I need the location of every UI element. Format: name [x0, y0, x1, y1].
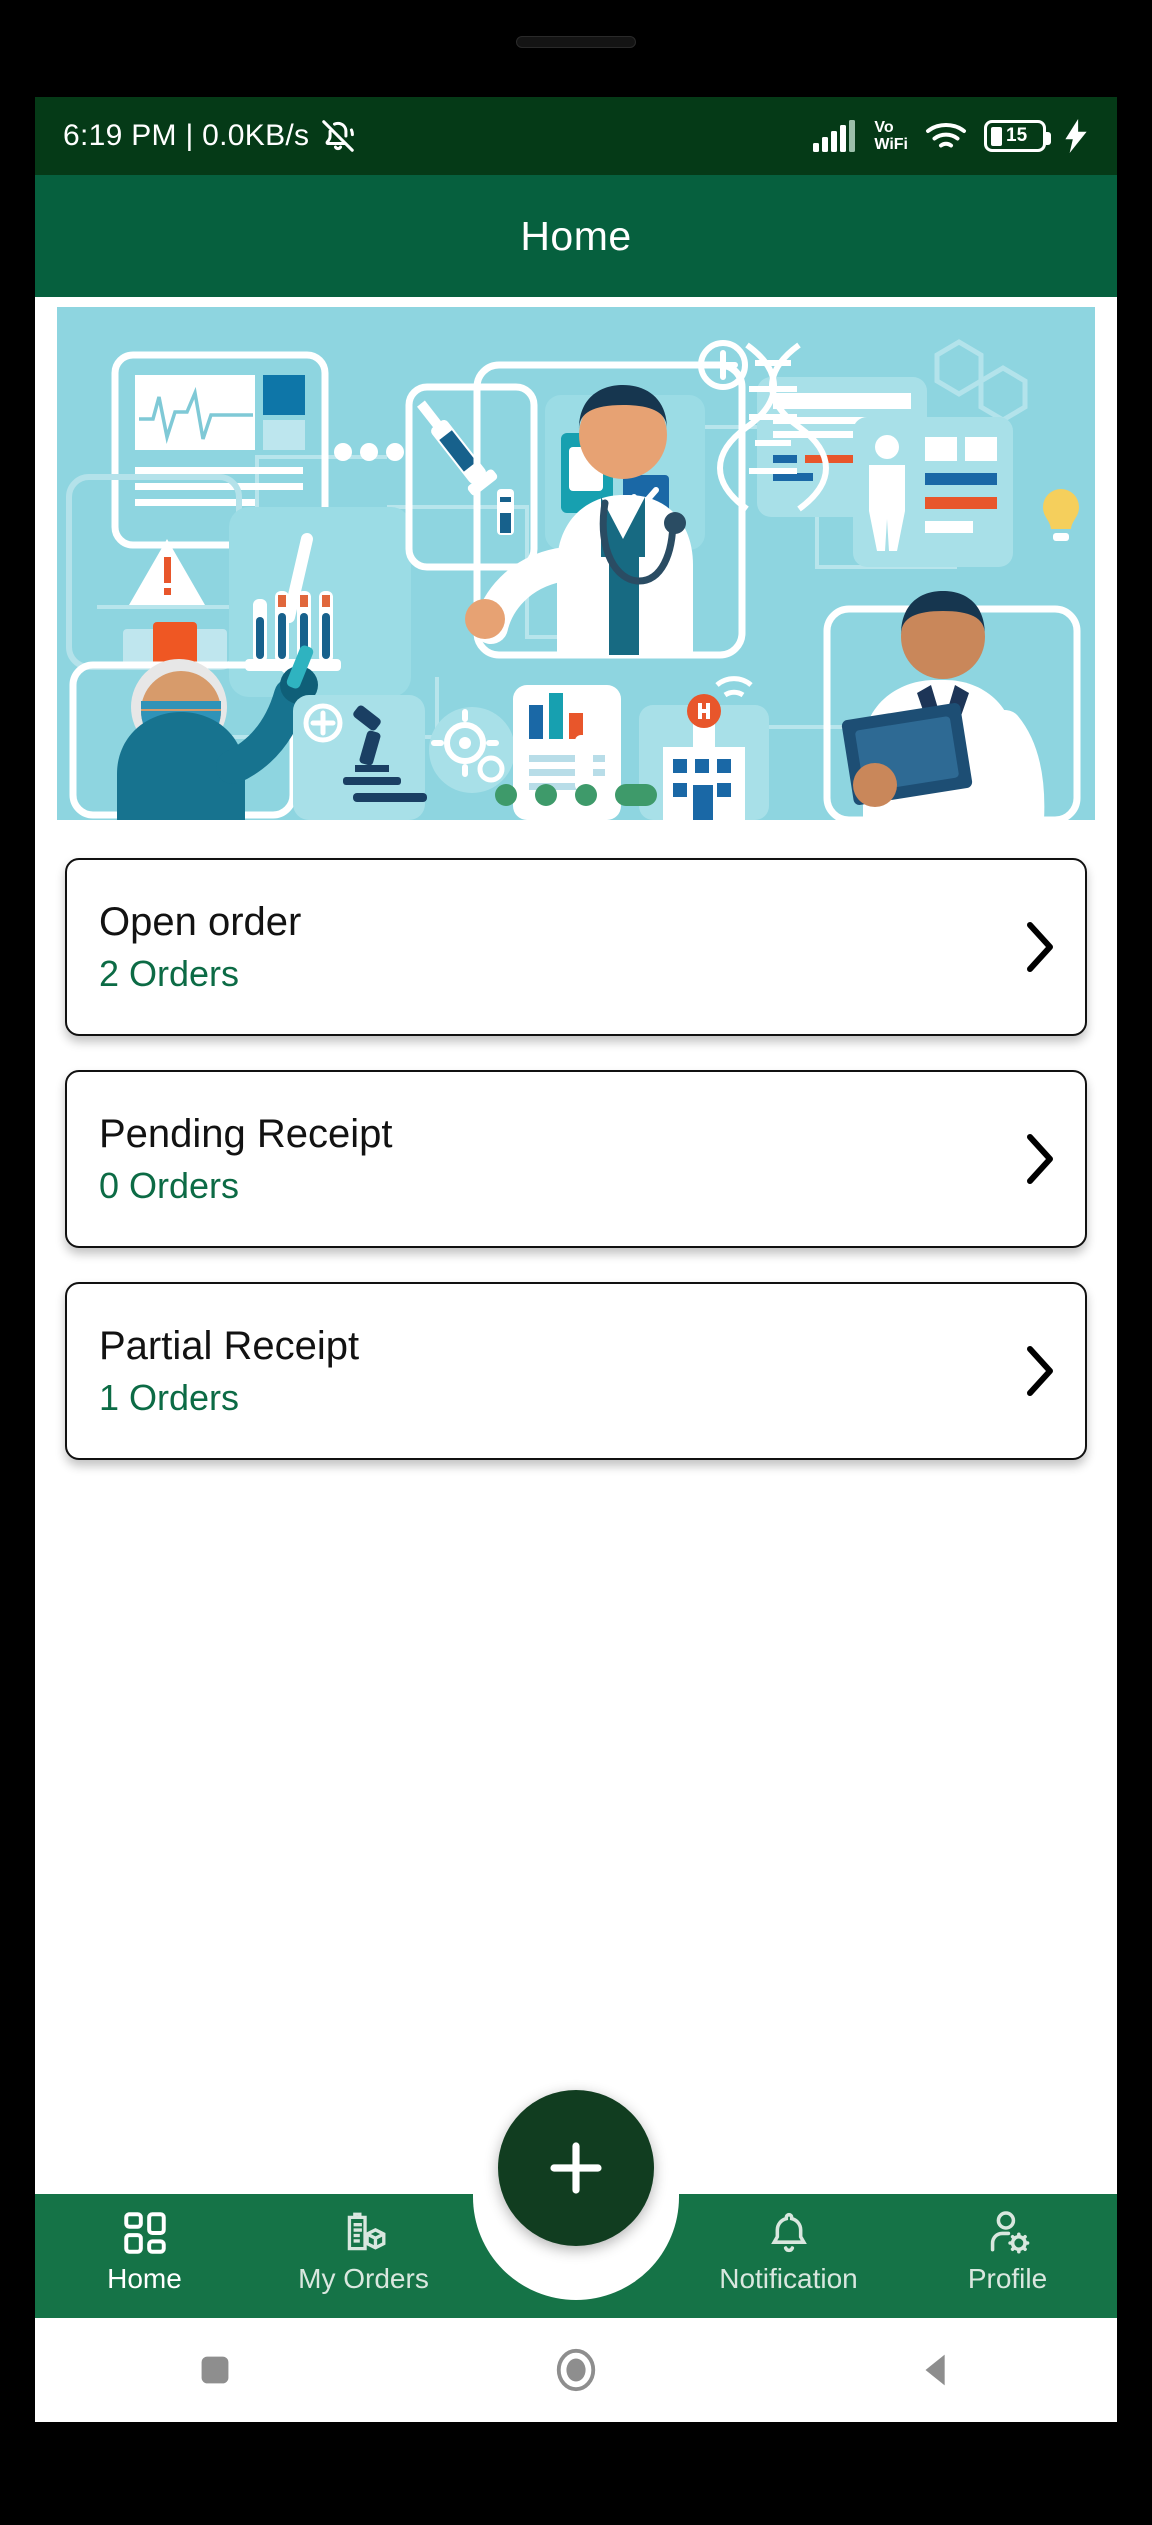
app-bar: Home [35, 175, 1117, 297]
healthcare-illustration [57, 307, 1095, 820]
order-summary-list: Open order 2 Orders Pending Receipt 0 Or… [35, 858, 1117, 1460]
partial-receipt-count: 1 Orders [99, 1377, 240, 1418]
pending-receipt-card[interactable]: Pending Receipt 0 Orders [65, 1070, 1087, 1248]
chevron-right-icon[interactable] [1025, 1345, 1055, 1397]
carousel-dot-4-active[interactable] [615, 784, 657, 806]
nav-item-notification[interactable]: Notification [679, 2194, 898, 2293]
android-recents-button[interactable] [192, 2347, 238, 2393]
status-bar-right: Vo WiFi 15 [813, 119, 1089, 153]
phone-speaker-notch [516, 36, 636, 48]
status-time-network: 6:19 PM | 0.0KB/s [63, 119, 310, 152]
status-bar: 6:19 PM | 0.0KB/s Vo WiFi 15 [35, 97, 1117, 175]
carousel-dot-2[interactable] [535, 784, 557, 806]
nav-label-notification: Notification [719, 2263, 858, 2294]
nav-label-home: Home [107, 2263, 182, 2294]
open-order-count: 2 Orders [99, 953, 240, 994]
triangle-back-icon [925, 2354, 945, 2386]
carousel-dot-3[interactable] [575, 784, 597, 806]
bell-icon [770, 2212, 807, 2253]
nav-item-home[interactable]: Home [35, 2194, 254, 2293]
carousel-dot-1[interactable] [495, 784, 517, 806]
bell-muted-icon [322, 120, 355, 152]
partial-receipt-title: Partial Receipt [99, 1324, 360, 1368]
open-order-card[interactable]: Open order 2 Orders [65, 858, 1087, 1036]
nav-item-profile[interactable]: Profile [898, 2194, 1117, 2293]
nav-item-my-orders[interactable]: My Orders [254, 2194, 473, 2293]
pending-receipt-count: 0 Orders [99, 1165, 240, 1206]
square-recents-icon [201, 2356, 229, 2384]
wifi-icon [926, 123, 966, 148]
clipboard-box-icon [347, 2212, 385, 2251]
vowifi-line1: Vo [874, 119, 894, 136]
plus-icon [550, 2142, 602, 2194]
chevron-right-icon[interactable] [1025, 921, 1055, 973]
partial-receipt-texts: Partial Receipt 1 Orders [99, 1326, 359, 1416]
promo-banner-carousel[interactable] [57, 307, 1095, 820]
android-system-navigation [35, 2318, 1117, 2422]
open-order-texts: Open order 2 Orders [99, 902, 301, 992]
partial-receipt-card[interactable]: Partial Receipt 1 Orders [65, 1282, 1087, 1460]
open-order-title: Open order [99, 900, 302, 944]
page-title: Home [520, 212, 632, 259]
nav-label-my-orders: My Orders [298, 2263, 429, 2294]
charging-bolt-icon [1065, 119, 1087, 153]
user-gear-icon [990, 2211, 1029, 2254]
battery-level-label: 15 [1006, 125, 1028, 146]
circle-home-icon [556, 2348, 596, 2392]
vowifi-line2: WiFi [874, 136, 908, 153]
chevron-right-icon[interactable] [1025, 1133, 1055, 1185]
android-back-button[interactable] [914, 2347, 960, 2393]
nav-label-profile: Profile [967, 2263, 1048, 2294]
dashboard-grid-icon [123, 2212, 166, 2254]
status-bar-left: 6:19 PM | 0.0KB/s [63, 117, 357, 155]
battery-fill [991, 126, 1002, 146]
vowifi-indicator: Vo WiFi [874, 119, 908, 153]
phone-frame: 6:19 PM | 0.0KB/s Vo WiFi 15 Home Open o… [0, 0, 1152, 2525]
add-order-fab[interactable] [498, 2090, 654, 2246]
main-content: Open order 2 Orders Pending Receipt 0 Or… [35, 297, 1117, 2422]
pending-receipt-texts: Pending Receipt 0 Orders [99, 1114, 393, 1204]
battery-indicator: 15 [984, 120, 1051, 152]
carousel-dots[interactable] [495, 784, 657, 806]
phone-screen: 6:19 PM | 0.0KB/s Vo WiFi 15 Home Open o… [35, 97, 1117, 2422]
pending-receipt-title: Pending Receipt [99, 1112, 393, 1156]
cellular-signal-icon [813, 120, 856, 152]
android-home-button[interactable] [553, 2347, 599, 2393]
